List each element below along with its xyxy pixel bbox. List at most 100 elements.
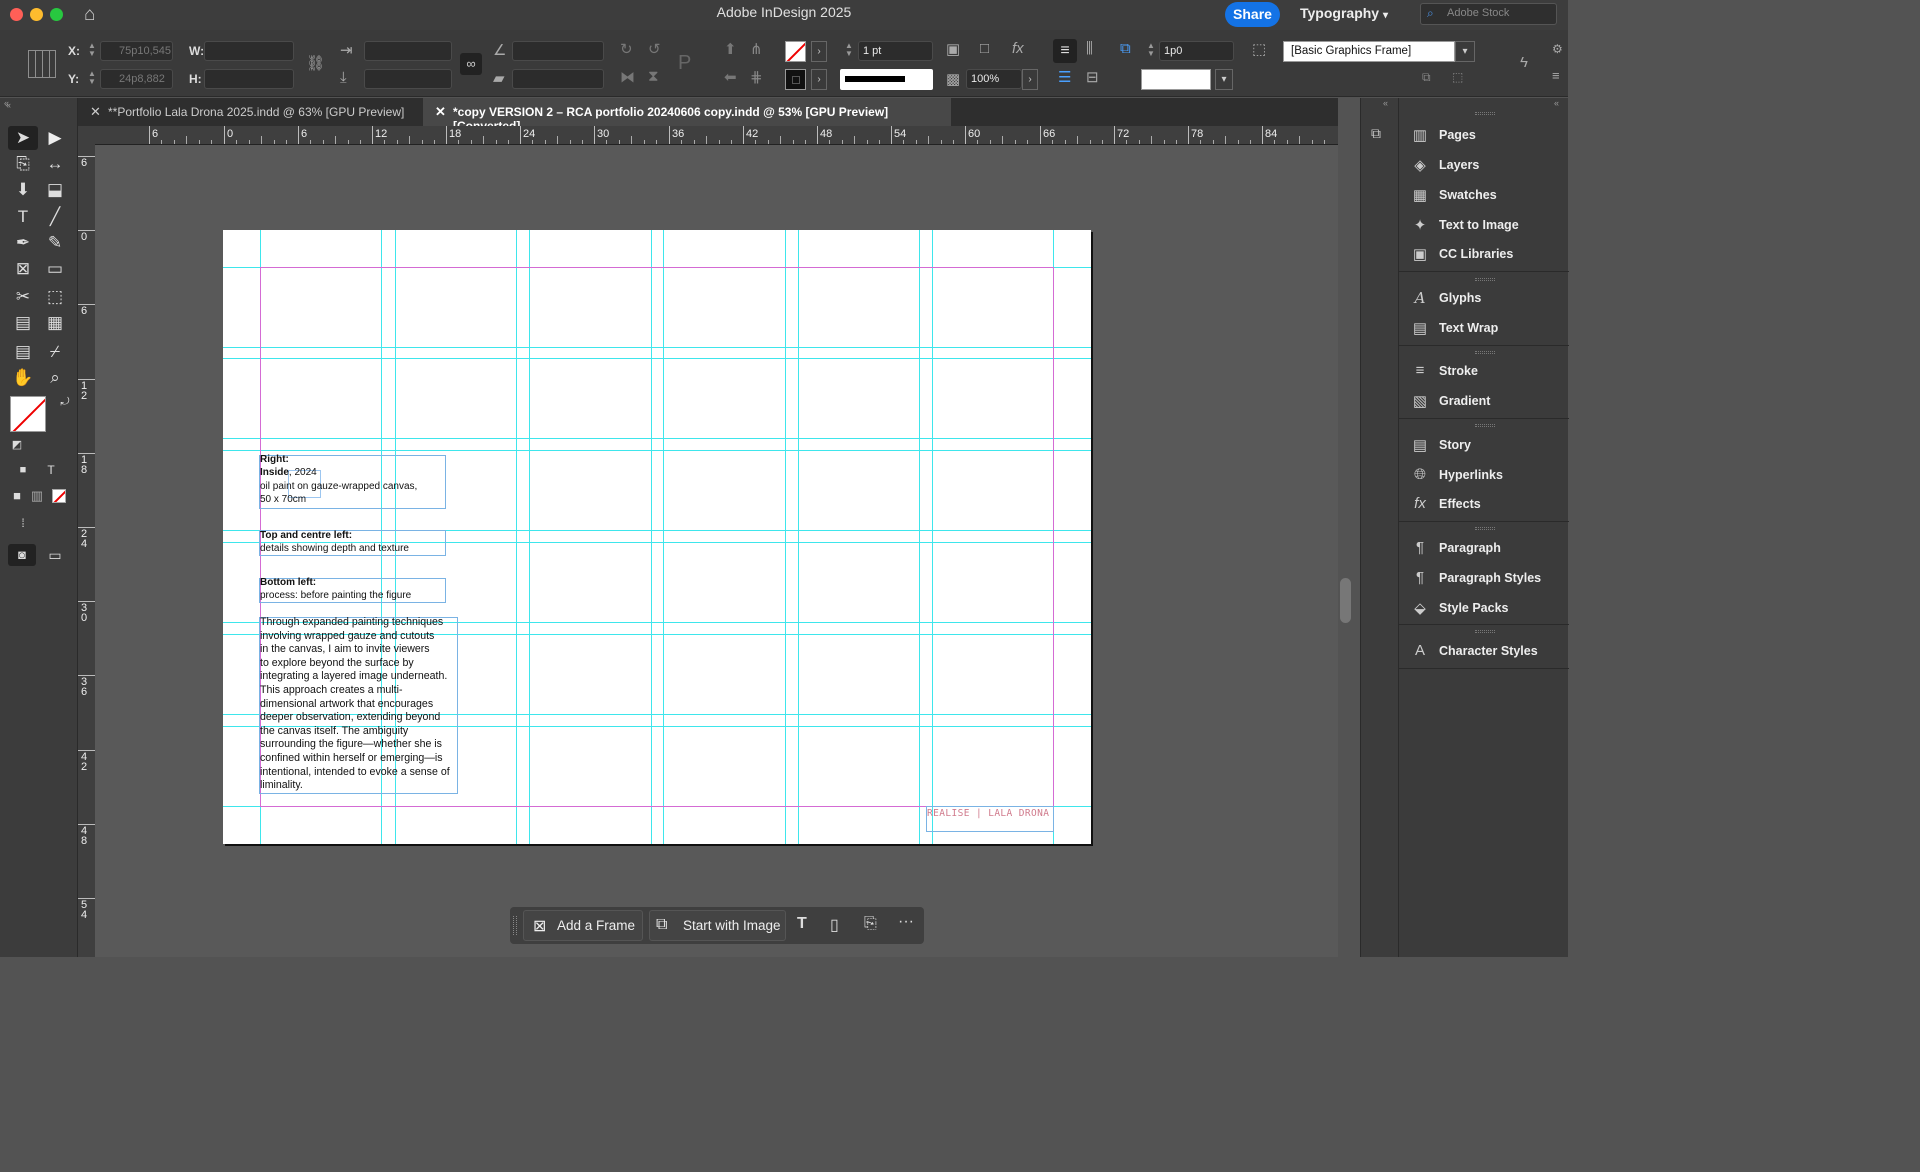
distribute-icon[interactable]: ☰ bbox=[1058, 68, 1071, 86]
reference-point-icon[interactable] bbox=[28, 50, 56, 78]
panel-swatches[interactable]: ▦ Swatches bbox=[1399, 182, 1569, 210]
vertical-ruler[interactable]: 6 0 6 1 2 1 8 2 4 3 0 3 6 4 2 4 8 5 4 bbox=[78, 145, 95, 957]
select-container-icon[interactable]: ⬆ bbox=[724, 40, 737, 58]
formatting-container-icon[interactable]: ■ bbox=[10, 459, 36, 481]
drag-handle-icon[interactable] bbox=[513, 916, 517, 935]
close-tab-icon[interactable]: ✕ bbox=[435, 104, 446, 120]
expand-left-icon[interactable]: « bbox=[4, 98, 9, 108]
panel-cc-libraries[interactable]: ▣ CC Libraries bbox=[1399, 241, 1569, 269]
panel-glyphs[interactable]: A Glyphs bbox=[1399, 285, 1569, 313]
start-with-image-button[interactable]: ⧉ Start with Image bbox=[649, 910, 786, 941]
rotate-cw-icon[interactable]: ↻ bbox=[620, 40, 633, 58]
gradient-feather-tool-icon[interactable]: ▦ bbox=[42, 312, 68, 334]
selection-tool-icon[interactable]: ➤ bbox=[10, 127, 36, 149]
fx-effects-icon[interactable]: fx bbox=[1012, 40, 1024, 57]
share-button[interactable]: Share bbox=[1225, 2, 1280, 27]
opacity-field[interactable]: 100% bbox=[966, 69, 1022, 89]
panel-hyperlinks[interactable]: 🌐︎ Hyperlinks bbox=[1399, 462, 1569, 490]
tab-portfolio-lala-drona[interactable]: ✕ **Portfolio Lala Drona 2025.indd @ 63% … bbox=[78, 98, 423, 126]
adobe-stock-search[interactable]: ⌕ Adobe Stock bbox=[1420, 3, 1557, 25]
more-options-icon[interactable]: ··· bbox=[898, 913, 914, 931]
caption-top-text[interactable]: Top and centre left: details showing dep… bbox=[260, 529, 409, 556]
page-tool-icon[interactable]: ⎘ bbox=[10, 153, 36, 175]
panel-paragraph-styles[interactable]: ¶ Paragraph Styles bbox=[1399, 565, 1569, 593]
normal-mode-icon[interactable]: ◙ bbox=[9, 544, 35, 566]
constrain-link-icon[interactable]: ⛓ bbox=[306, 54, 325, 72]
rotate-ccw-icon[interactable]: ↺ bbox=[648, 40, 661, 58]
free-transform-tool-icon[interactable]: ⬚ bbox=[42, 286, 68, 308]
horizontal-ruler[interactable]: 6 0 6 12 18 24 30 36 42 48 54 60 66 72 78 84 bbox=[95, 126, 1338, 145]
add-page-icon[interactable]: ⎘ bbox=[864, 915, 877, 933]
pencil-tool-icon[interactable]: ✎ bbox=[42, 232, 68, 254]
stroke-type-selector[interactable] bbox=[840, 69, 933, 90]
clear-overrides-icon[interactable]: ⧉ bbox=[1422, 70, 1431, 85]
panel-menu-icon[interactable]: ≡ bbox=[1552, 68, 1560, 83]
content-placer-icon[interactable]: ⬓ bbox=[42, 179, 68, 201]
running-footer[interactable]: REALISE | LALA DRONA bbox=[927, 808, 1049, 819]
rectangle-tool-icon[interactable]: ▭ bbox=[42, 258, 68, 280]
align-to-selection-icon[interactable]: ≡ bbox=[1053, 39, 1077, 63]
gap-tool-icon[interactable]: ↔ bbox=[42, 153, 68, 175]
align-to-margins-icon[interactable]: ⫼ bbox=[1086, 40, 1093, 57]
swap-fill-stroke-icon[interactable]: ⤾ bbox=[52, 391, 78, 413]
panel-layers[interactable]: ◈ Layers bbox=[1399, 152, 1569, 180]
close-tab-icon[interactable]: ✕ bbox=[90, 104, 101, 120]
stroke-preview-dropdown-icon[interactable]: ▾ bbox=[1215, 69, 1233, 90]
apply-none-icon[interactable] bbox=[52, 489, 66, 503]
text-frame-icon[interactable]: T bbox=[797, 915, 807, 933]
hand-tool-icon[interactable]: ✋ bbox=[10, 367, 36, 389]
panel-pages[interactable]: ▥ Pages bbox=[1399, 122, 1569, 150]
fill-swatch-none[interactable] bbox=[785, 41, 806, 62]
line-tool-icon[interactable]: ╱ bbox=[42, 206, 68, 228]
add-a-frame-button[interactable]: ⊠ Add a Frame bbox=[523, 910, 643, 941]
gap-stepper[interactable]: ▲ ▼ bbox=[1145, 42, 1157, 60]
gradient-swatch-tool-icon[interactable]: ▤ bbox=[10, 312, 36, 334]
zoom-tool-icon[interactable]: ⌕ bbox=[42, 367, 68, 389]
caption-bottom-text[interactable]: Bottom left: process: before painting th… bbox=[260, 576, 411, 603]
vertical-scrollbar[interactable] bbox=[1340, 578, 1351, 623]
object-style-select[interactable]: [Basic Graphics Frame] bbox=[1283, 41, 1455, 62]
panel-character-styles[interactable]: A Character Styles bbox=[1399, 638, 1569, 666]
ruler-origin[interactable] bbox=[78, 126, 95, 145]
scissors-tool-icon[interactable]: ✂ bbox=[10, 286, 36, 308]
default-fill-stroke-icon[interactable]: ◩ bbox=[4, 434, 30, 456]
rectangle-frame-tool-icon[interactable]: ⊠ bbox=[10, 258, 36, 280]
h-field[interactable] bbox=[204, 69, 294, 89]
y-field[interactable]: 24p8,882 bbox=[100, 69, 173, 89]
stroke-swatch[interactable] bbox=[785, 69, 806, 90]
text-wrap-icon[interactable]: ▣ bbox=[946, 40, 960, 58]
panel-gradient[interactable]: ▧ Gradient bbox=[1399, 388, 1569, 416]
body-text[interactable]: Through expanded painting techniques inv… bbox=[260, 616, 450, 793]
style-options-icon[interactable]: ⬚ bbox=[1452, 70, 1463, 84]
constrain-proportions-icon[interactable]: ∞ bbox=[460, 53, 482, 75]
apply-gradient-icon[interactable]: ▥ bbox=[24, 485, 50, 507]
scale-x-field[interactable] bbox=[364, 41, 452, 61]
stroke-weight-stepper[interactable]: ▲ ▼ bbox=[843, 42, 855, 60]
caption-right-text[interactable]: Right: Inside, 2024 oil paint on gauze-w… bbox=[260, 453, 417, 507]
type-tool-icon[interactable]: T bbox=[10, 206, 36, 228]
formatting-text-icon[interactable]: T bbox=[38, 459, 64, 481]
distribute-spacing-icon[interactable]: ⊟ bbox=[1086, 68, 1099, 86]
w-field[interactable] bbox=[204, 41, 294, 61]
stroke-menu-icon[interactable]: › bbox=[811, 69, 827, 90]
preview-mode-icon[interactable]: ▭ bbox=[42, 544, 68, 566]
tab-rca-portfolio[interactable]: ✕ *copy VERSION 2 – RCA portfolio 2024060… bbox=[423, 98, 951, 133]
x-field[interactable]: 75p10,545 bbox=[100, 41, 173, 61]
panel-story[interactable]: ▤ Story bbox=[1399, 432, 1569, 460]
opacity-menu-icon[interactable]: › bbox=[1022, 69, 1038, 90]
select-previous-icon[interactable]: ⬅ bbox=[724, 68, 737, 86]
quick-apply-icon[interactable]: ϟ bbox=[1520, 54, 1528, 71]
expand-panels-icon[interactable]: « bbox=[1383, 98, 1388, 108]
x-stepper[interactable]: ▲ ▼ bbox=[86, 42, 98, 60]
gear-icon[interactable]: ⚙ bbox=[1552, 42, 1563, 56]
stroke-weight-field[interactable]: 1 pt bbox=[858, 41, 933, 61]
fill-menu-icon[interactable]: › bbox=[811, 41, 827, 62]
select-content-icon[interactable]: ⋔ bbox=[750, 40, 763, 58]
rotation-field[interactable] bbox=[512, 41, 604, 61]
screen-mode-icon[interactable]: ⁞ bbox=[10, 512, 36, 534]
stroke-preview[interactable] bbox=[1141, 69, 1211, 90]
note-tool-icon[interactable]: ▤ bbox=[10, 341, 36, 363]
eyedropper-tool-icon[interactable]: ⌿ bbox=[42, 341, 68, 363]
panel-style-packs[interactable]: ⬙ Style Packs bbox=[1399, 595, 1569, 623]
gap-field[interactable]: 1p0 bbox=[1159, 41, 1234, 61]
